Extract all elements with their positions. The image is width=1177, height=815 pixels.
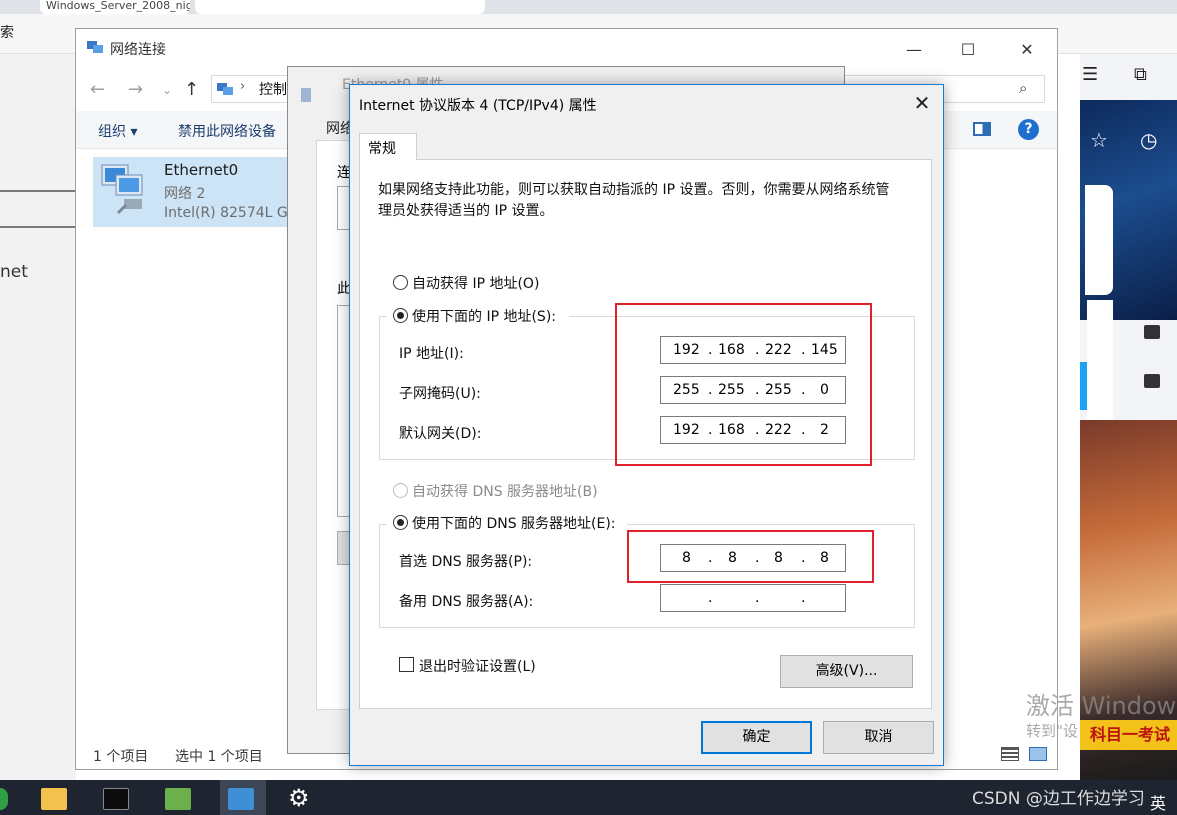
status-selected: 选中 1 个项目 [175, 749, 263, 765]
large-icons-view-icon[interactable] [1029, 747, 1047, 761]
settings-gear-icon[interactable]: ⚙ [288, 784, 310, 812]
auto-dns-radio[interactable] [393, 483, 408, 498]
preferred-dns-label: 首选 DNS 服务器(P): [399, 554, 533, 570]
breadcrumb-chevron-icon: › [240, 79, 246, 94]
cancel-button[interactable]: 取消 [823, 721, 934, 754]
alternate-dns-label: 备用 DNS 服务器(A): [399, 594, 534, 610]
ip-address-label: IP 地址(I): [399, 346, 464, 362]
favorite-star-icon[interactable]: ☆ [1090, 128, 1108, 152]
browser-left-label: net [0, 262, 28, 282]
minimize-button[interactable]: — [891, 35, 937, 63]
status-item-count: 1 个项目 [93, 749, 149, 765]
browser-tab[interactable]: Windows_Server_2008_night_2 [40, 0, 190, 14]
search-icon[interactable]: ⌕ [1019, 79, 1027, 97]
validate-settings-checkbox[interactable] [399, 657, 414, 672]
dns-highlight-box [627, 530, 874, 583]
back-arrow-icon[interactable]: ← [90, 79, 105, 100]
dns-dot: . [755, 590, 760, 606]
validate-settings-label: 退出时验证设置(L) [419, 659, 536, 675]
window-title: 网络连接 [110, 42, 166, 58]
browser-accent-bar [1080, 362, 1087, 410]
ok-button[interactable]: 确定 [701, 721, 812, 754]
up-arrow-icon[interactable]: ↑ [184, 79, 199, 100]
divider [0, 226, 76, 228]
csdn-watermark: CSDN @边工作边学习 [972, 789, 1145, 809]
help-icon[interactable]: ? [1018, 119, 1039, 140]
auto-dns-label: 自动获得 DNS 服务器地址(B) [412, 484, 598, 500]
manual-ip-radio[interactable] [393, 308, 408, 323]
dns-dot: . [708, 590, 713, 606]
reading-list-icon[interactable]: ☰ [1082, 64, 1098, 85]
history-clock-icon[interactable]: ◷ [1140, 128, 1157, 152]
forward-arrow-icon[interactable]: → [128, 79, 143, 100]
browser-tab[interactable] [195, 0, 485, 14]
browser-left-panel [0, 54, 76, 780]
network-control-icon[interactable] [228, 788, 254, 810]
manual-ip-label: 使用下面的 IP 地址(S): [412, 309, 556, 325]
music-icon[interactable] [1144, 374, 1160, 388]
activation-watermark-subtitle: 转到"设 [1026, 722, 1078, 740]
dns-dot: . [801, 590, 806, 606]
close-button[interactable]: ✕ [1004, 35, 1050, 63]
tab-general[interactable]: 常规 [359, 133, 417, 160]
ip-highlight-box [615, 303, 872, 466]
disable-device-button[interactable]: 禁用此网络设备 [178, 121, 276, 141]
browser-card [1085, 185, 1113, 295]
adapter-name: Ethernet0 [164, 161, 239, 179]
auto-ip-label: 自动获得 IP 地址(O) [412, 276, 540, 292]
manual-dns-label: 使用下面的 DNS 服务器地址(E): [412, 516, 616, 532]
control-panel-icon [217, 83, 233, 95]
ethernet-props-icon [301, 88, 311, 102]
divider [0, 190, 76, 192]
file-explorer-icon[interactable] [41, 788, 67, 810]
intro-text: 如果网络支持此功能，则可以获取自动指派的 IP 设置。否则，你需要从网络系统管理… [378, 182, 890, 219]
browser-search-fragment: 索 [0, 25, 14, 41]
chat-icon[interactable] [1144, 325, 1160, 339]
terminal-icon[interactable] [103, 788, 129, 810]
subnet-mask-label: 子网掩码(U): [399, 386, 481, 402]
notepad-icon[interactable] [165, 788, 191, 810]
advanced-button[interactable]: 高级(V)... [780, 655, 913, 688]
adapter-network: 网络 2 [164, 186, 206, 202]
adapter-hardware: Intel(R) 82574L G [164, 205, 288, 221]
breadcrumb[interactable]: 控制 [259, 79, 287, 99]
maximize-button[interactable]: ☐ [945, 35, 991, 63]
details-view-icon[interactable] [1001, 747, 1019, 761]
network-adapter-icon [101, 164, 143, 215]
alternate-dns-input[interactable]: . . . [660, 584, 846, 612]
manual-dns-radio[interactable] [393, 515, 408, 530]
dialog-title: Internet 协议版本 4 (TCP/IPv4) 属性 [359, 98, 597, 114]
recent-dropdown-icon[interactable]: ⌄ [162, 83, 172, 97]
preview-pane-icon[interactable] [973, 122, 991, 136]
activation-watermark-title: 激活 Window [1026, 692, 1177, 720]
browser-ad-banner[interactable]: 科目一考试 [1080, 720, 1177, 750]
gateway-label: 默认网关(D): [399, 426, 482, 442]
network-folder-icon [87, 41, 103, 53]
ime-indicator[interactable]: 英 [1150, 790, 1166, 814]
organize-button[interactable]: 组织 ▾ [98, 121, 137, 141]
auto-ip-radio[interactable] [393, 275, 408, 290]
close-button[interactable]: ✕ [905, 90, 939, 116]
collections-icon[interactable]: ⧉ [1134, 64, 1147, 85]
